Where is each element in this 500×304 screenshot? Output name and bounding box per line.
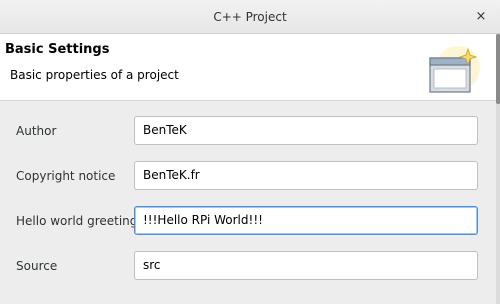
source-label: Source <box>16 259 58 273</box>
author-field[interactable]: BenTeK <box>134 116 478 145</box>
hello-world-greeting-label: Hello world greeting <box>16 214 138 228</box>
page-title: Basic Settings <box>5 42 110 57</box>
source-field[interactable]: src <box>134 251 478 280</box>
close-icon[interactable]: × <box>474 10 488 24</box>
scrollbar-thumb[interactable] <box>496 34 500 104</box>
author-label: Author <box>16 124 57 138</box>
new-project-wizard-icon <box>429 46 480 93</box>
window-title: C++ Project <box>213 10 287 24</box>
page-description: Basic properties of a project <box>10 68 179 82</box>
copyright-notice-field[interactable]: BenTeK.fr <box>134 161 478 190</box>
hello-world-greeting-field[interactable]: !!!Hello RPi World!!! <box>134 206 478 235</box>
copyright-notice-label: Copyright notice <box>16 169 116 183</box>
settings-form: Author BenTeK Copyright notice BenTeK.fr… <box>0 101 496 304</box>
title-bar: C++ Project × <box>0 0 500 34</box>
